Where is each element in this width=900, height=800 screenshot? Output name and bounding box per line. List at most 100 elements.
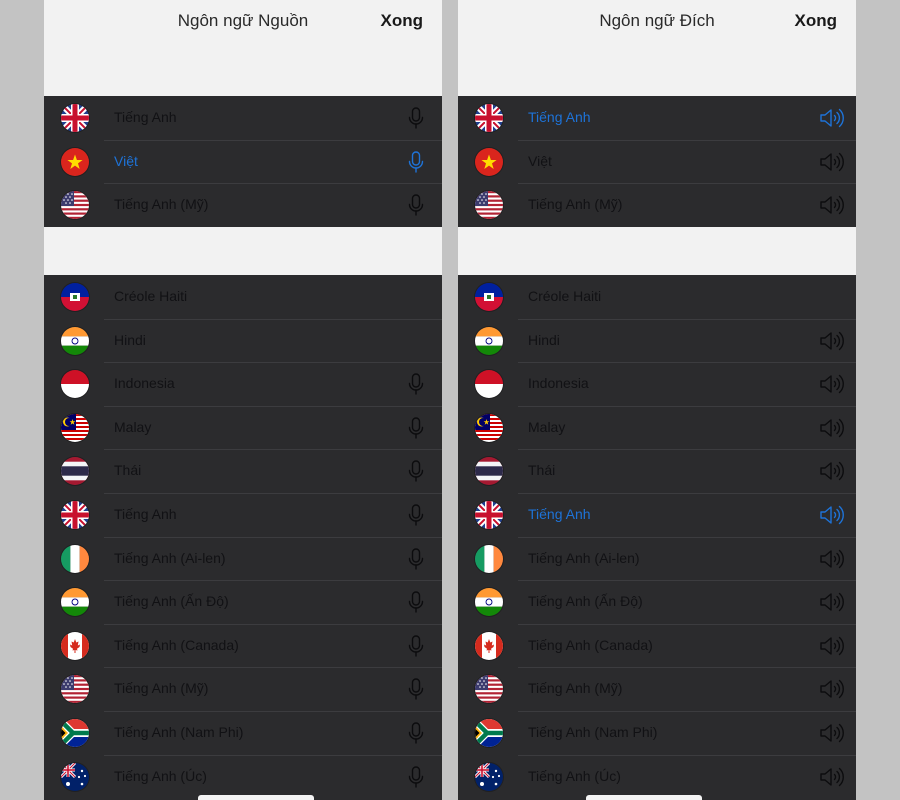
- language-row[interactable]: Tiếng Anh (Mỹ): [458, 183, 856, 227]
- language-row[interactable]: Tiếng Anh (Nam Phi): [44, 710, 442, 755]
- flag-us-icon: [61, 191, 89, 220]
- language-label: Tiếng Anh (Canada): [114, 636, 239, 653]
- source-section-gap: [44, 227, 442, 275]
- flag-ie-icon: [475, 544, 503, 573]
- flag-za-icon: [61, 718, 89, 747]
- source-language-panel: Ngôn ngữ Nguồn Xong Tiếng Anh Việt Tiếng A…: [44, 0, 442, 800]
- flag-uk-icon: [475, 500, 503, 529]
- speaker-icon[interactable]: [818, 459, 846, 483]
- language-row[interactable]: Tiếng Anh (Nam Phi): [458, 710, 856, 755]
- speaker-icon[interactable]: [818, 150, 846, 174]
- flag-my-icon: [475, 413, 503, 442]
- flag-th-icon: [61, 457, 89, 486]
- language-row[interactable]: Thái: [44, 449, 442, 493]
- language-label: Créole Haiti: [528, 288, 602, 304]
- language-row[interactable]: Tiếng Anh (Mỹ): [44, 667, 442, 711]
- microphone-icon[interactable]: [404, 547, 428, 571]
- microphone-icon[interactable]: [404, 150, 428, 174]
- flag-ca-icon: [61, 631, 89, 660]
- target-done-button[interactable]: Xong: [795, 11, 838, 31]
- microphone-icon[interactable]: [404, 193, 428, 217]
- language-row[interactable]: Tiếng Anh (Canada): [44, 623, 442, 668]
- language-row[interactable]: Malay: [458, 405, 856, 450]
- language-row[interactable]: Indonesia: [44, 362, 442, 406]
- language-label: Malay: [528, 418, 566, 435]
- flag-uk-icon: [475, 104, 503, 132]
- language-row[interactable]: Malay: [44, 405, 442, 450]
- language-row[interactable]: Tiếng Anh (Ai-len): [458, 536, 856, 581]
- flag-uk-icon: [61, 500, 89, 529]
- language-row[interactable]: Việt: [44, 139, 442, 184]
- speaker-icon[interactable]: [818, 416, 846, 440]
- flag-in-icon: [61, 326, 89, 355]
- language-row[interactable]: Tiếng Anh (Úc): [458, 754, 856, 799]
- microphone-icon[interactable]: [404, 634, 428, 658]
- language-label: Tiếng Anh: [528, 505, 591, 522]
- flag-uk-icon: [61, 104, 89, 132]
- speaker-icon[interactable]: [818, 193, 846, 217]
- microphone-icon[interactable]: [404, 416, 428, 440]
- speaker-icon[interactable]: [818, 677, 846, 701]
- flag-us-icon: [475, 191, 503, 220]
- microphone-icon[interactable]: [404, 459, 428, 483]
- language-label: Tiếng Anh: [114, 505, 177, 522]
- language-row[interactable]: Créole Haiti: [44, 275, 442, 319]
- flag-id-icon: [61, 370, 89, 399]
- language-label: Tiếng Anh (Ai-len): [114, 549, 226, 566]
- speaker-icon[interactable]: [818, 590, 846, 614]
- language-label: Tiếng Anh (Úc): [528, 767, 621, 784]
- language-row[interactable]: Indonesia: [458, 362, 856, 406]
- language-label: Tiếng Anh (Ai-len): [528, 549, 640, 566]
- speaker-icon[interactable]: [818, 765, 846, 789]
- microphone-icon[interactable]: [404, 503, 428, 527]
- language-label: Tiếng Anh (Ấn Độ): [114, 593, 229, 610]
- language-label: Malay: [114, 418, 152, 435]
- language-label: Hindi: [528, 331, 560, 348]
- flag-au-icon: [475, 762, 503, 791]
- source-recent-list: Tiếng Anh Việt Tiếng Anh (Mỹ): [44, 96, 442, 227]
- language-row[interactable]: Tiếng Anh: [44, 492, 442, 537]
- flag-in-icon: [475, 588, 503, 617]
- flag-ca-icon: [475, 631, 503, 660]
- language-row[interactable]: Thái: [458, 449, 856, 493]
- target-recent-list: Tiếng Anh Việt Tiếng Anh (Mỹ): [458, 96, 856, 227]
- speaker-icon[interactable]: [818, 372, 846, 396]
- language-row[interactable]: Tiếng Anh: [458, 492, 856, 537]
- source-done-button[interactable]: Xong: [381, 11, 424, 31]
- speaker-icon[interactable]: [818, 106, 846, 130]
- language-row[interactable]: Hindi: [458, 318, 856, 363]
- speaker-icon[interactable]: [818, 634, 846, 658]
- language-label: Hindi: [114, 331, 146, 348]
- microphone-icon[interactable]: [404, 765, 428, 789]
- language-row[interactable]: Việt: [458, 139, 856, 184]
- microphone-icon[interactable]: [404, 677, 428, 701]
- microphone-icon[interactable]: [404, 372, 428, 396]
- language-row[interactable]: Tiếng Anh (Mỹ): [458, 667, 856, 711]
- language-label: Indonesia: [114, 375, 175, 392]
- speaker-icon[interactable]: [818, 721, 846, 745]
- language-label: Tiếng Anh (Ấn Độ): [528, 593, 643, 610]
- speaker-icon[interactable]: [818, 547, 846, 571]
- language-row[interactable]: Tiếng Anh (Ai-len): [44, 536, 442, 581]
- language-row[interactable]: Tiếng Anh: [458, 96, 856, 140]
- flag-in-icon: [475, 326, 503, 355]
- speaker-icon[interactable]: [818, 329, 846, 353]
- language-row[interactable]: Hindi: [44, 318, 442, 363]
- microphone-icon[interactable]: [404, 590, 428, 614]
- speaker-icon[interactable]: [818, 503, 846, 527]
- language-row[interactable]: Tiếng Anh (Mỹ): [44, 183, 442, 227]
- language-row[interactable]: Tiếng Anh (Úc): [44, 754, 442, 799]
- language-row[interactable]: Tiếng Anh (Ấn Độ): [458, 580, 856, 624]
- language-row[interactable]: Tiếng Anh (Canada): [458, 623, 856, 668]
- language-label: Indonesia: [528, 375, 589, 392]
- language-label: Thái: [114, 462, 142, 479]
- language-label: Tiếng Anh: [528, 109, 591, 125]
- microphone-icon[interactable]: [404, 721, 428, 745]
- language-row[interactable]: Tiếng Anh (Ấn Độ): [44, 580, 442, 624]
- microphone-icon[interactable]: [404, 106, 428, 130]
- language-label: Thái: [528, 462, 556, 479]
- language-row[interactable]: Tiếng Anh: [44, 96, 442, 140]
- language-row[interactable]: Créole Haiti: [458, 275, 856, 319]
- source-header: Ngôn ngữ Nguồn Xong: [44, 0, 442, 96]
- flag-za-icon: [475, 718, 503, 747]
